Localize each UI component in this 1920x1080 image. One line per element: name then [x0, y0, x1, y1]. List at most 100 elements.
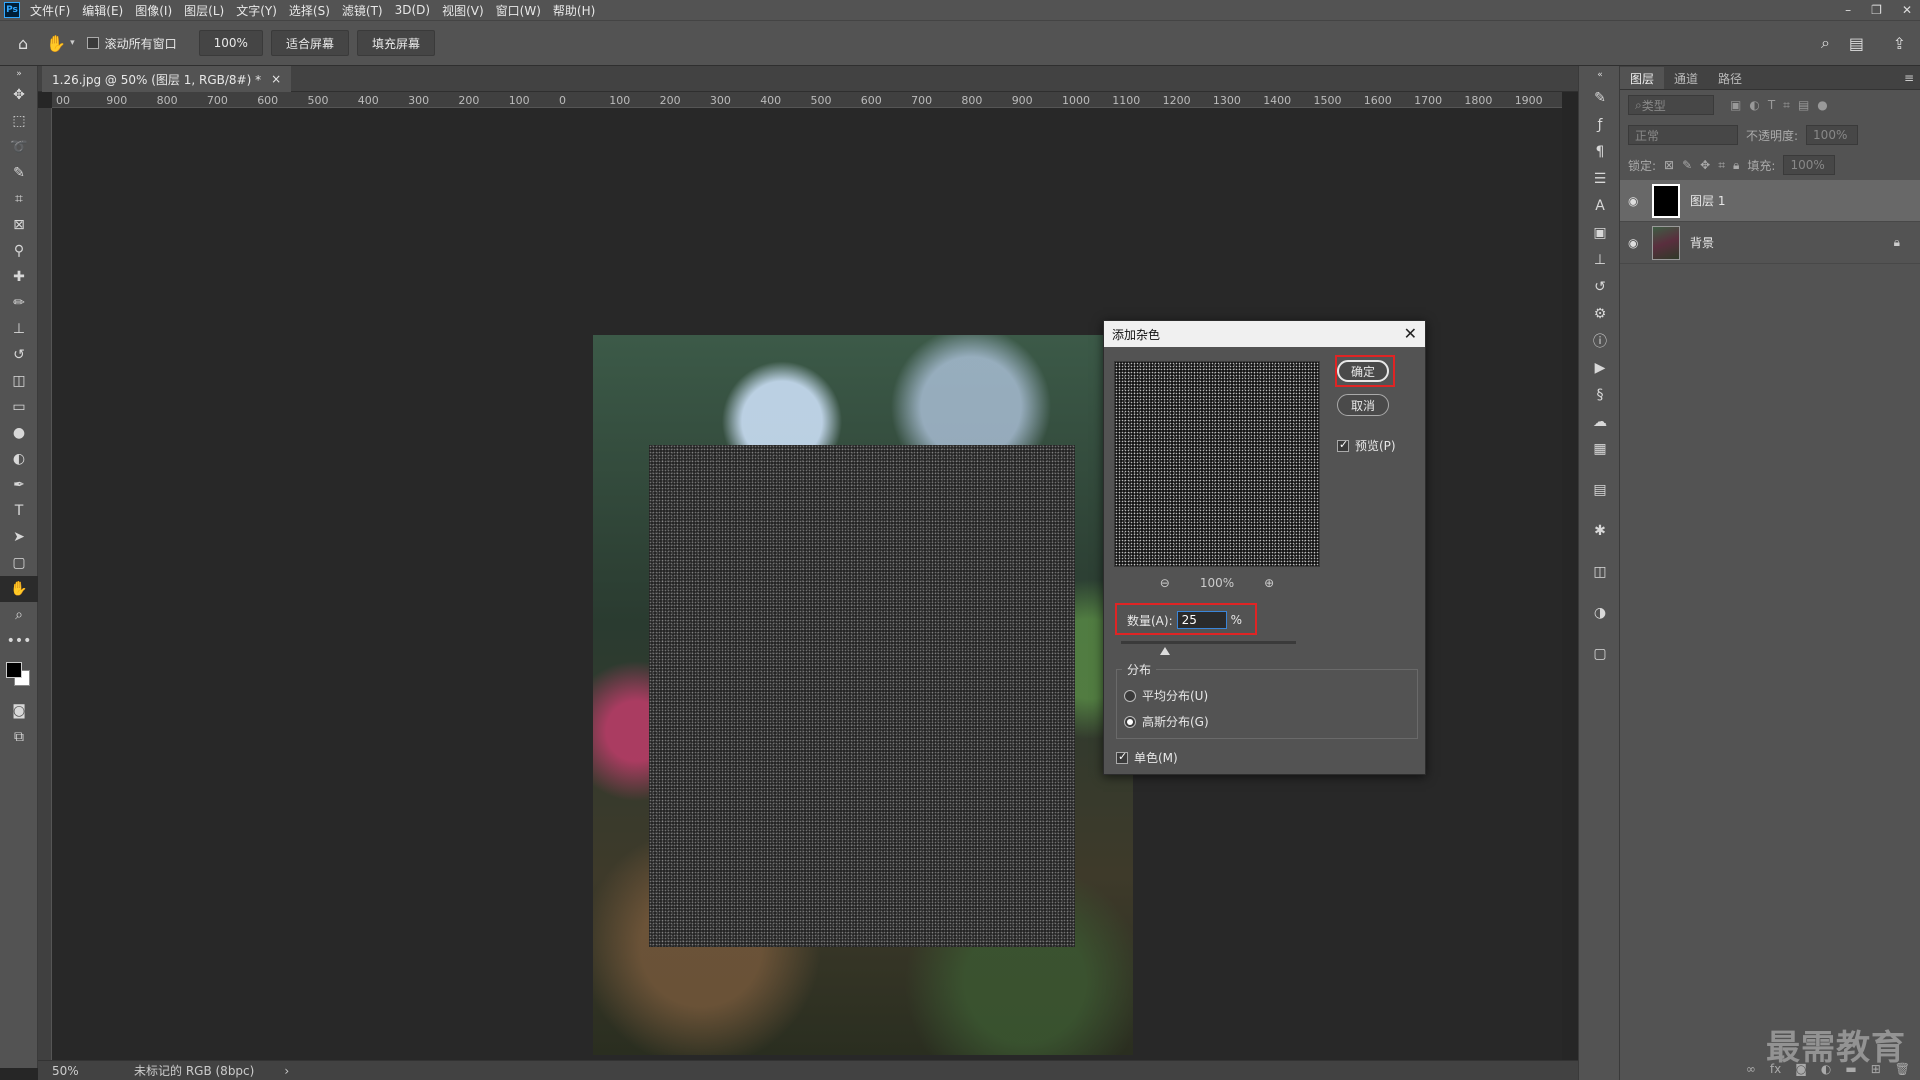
menu-select[interactable]: 选择(S) — [289, 2, 330, 19]
character-icon[interactable]: A — [1579, 192, 1621, 219]
status-arrow-icon[interactable]: › — [284, 1064, 289, 1078]
menu-help[interactable]: 帮助(H) — [553, 2, 595, 19]
more-tools-icon[interactable]: ••• — [0, 628, 38, 654]
screen-mode-icon[interactable]: ⧉ — [0, 724, 38, 750]
layer-row[interactable]: ◉ 图层 1 — [1620, 180, 1920, 222]
lock-position-icon[interactable]: ✥ — [1700, 158, 1710, 172]
lock-all-icon[interactable]: 🔒︎ — [1733, 158, 1739, 173]
properties-icon[interactable]: ⚙ — [1579, 300, 1621, 327]
blend-mode-select[interactable]: 正常 — [1628, 125, 1738, 145]
close-icon[interactable]: ✕ — [1902, 3, 1912, 17]
quick-mask-icon[interactable]: ◙ — [0, 698, 38, 724]
zoom-tool-icon[interactable]: ⌕ — [0, 602, 38, 628]
menu-layer[interactable]: 图层(L) — [184, 2, 224, 19]
fill-screen-button[interactable]: 填充屏幕 — [356, 30, 435, 56]
paths-icon[interactable]: § — [1579, 381, 1621, 408]
menu-view[interactable]: 视图(V) — [442, 2, 484, 19]
type-tool-icon[interactable]: T — [0, 498, 38, 524]
noise-preview[interactable] — [1114, 361, 1320, 567]
link-icon[interactable]: ∞ — [1746, 1062, 1756, 1076]
checkbox-box[interactable] — [86, 37, 99, 49]
eyedropper-tool-icon[interactable]: ⚲ — [0, 238, 38, 264]
color-swatches[interactable] — [0, 654, 37, 698]
menu-filter[interactable]: 滤镜(T) — [342, 2, 383, 19]
lock-artboard-icon[interactable]: ⌗ — [1718, 158, 1725, 173]
document-tab[interactable]: 1.26.jpg @ 50% (图层 1, RGB/8#) * × — [42, 66, 292, 92]
filter-smart-object-icon[interactable]: ▤ — [1798, 98, 1809, 112]
zoom-100-button[interactable]: 100% — [198, 30, 263, 56]
close-tab-icon[interactable]: × — [271, 72, 281, 86]
lock-image-icon[interactable]: ✎ — [1682, 158, 1692, 172]
share-icon[interactable]: ⇪ — [1893, 34, 1906, 53]
gradients-icon[interactable]: ◑ — [1579, 599, 1621, 626]
styles-icon[interactable]: ƒ — [1579, 111, 1621, 138]
tab-channels[interactable]: 通道 — [1664, 67, 1708, 89]
gaussian-radio[interactable]: 高斯分布(G) — [1124, 713, 1209, 730]
tab-layers[interactable]: 图层 — [1620, 67, 1665, 89]
lock-transparent-icon[interactable]: ⊠ — [1664, 158, 1674, 172]
uniform-radio[interactable]: 平均分布(U) — [1124, 687, 1208, 704]
filter-type-icon[interactable]: T — [1768, 98, 1775, 112]
tool-preset-chevron-icon[interactable]: ▾ — [70, 38, 75, 48]
checkbox-box[interactable] — [1116, 750, 1128, 764]
collapse-icon[interactable]: « — [1579, 66, 1621, 84]
zoom-out-icon[interactable]: ⊖ — [1160, 576, 1170, 590]
status-zoom[interactable]: 50% — [38, 1064, 94, 1078]
menu-3d[interactable]: 3D(D) — [395, 3, 430, 17]
timeline-icon[interactable]: ▦ — [1579, 435, 1621, 462]
search-icon[interactable]: ⌕ — [1821, 33, 1830, 53]
opacity-field[interactable]: 100% — [1806, 125, 1859, 145]
3d-icon[interactable]: ☁ — [1579, 408, 1621, 435]
home-icon[interactable]: ⌂ — [18, 34, 28, 53]
workspace-icon[interactable]: ▤ — [1849, 34, 1864, 53]
menu-edit[interactable]: 编辑(E) — [82, 2, 123, 19]
history-icon[interactable]: ↺ — [1579, 273, 1621, 300]
zoom-in-icon[interactable]: ⊕ — [1264, 576, 1274, 590]
filter-pixel-icon[interactable]: ▣ — [1730, 98, 1741, 112]
color-icon[interactable]: ✱ — [1579, 517, 1621, 544]
hand-tool-icon[interactable]: ✋ — [0, 576, 38, 602]
filter-toggle-icon[interactable]: ● — [1817, 98, 1827, 112]
paragraph-icon[interactable]: ¶ — [1579, 138, 1621, 165]
adjustments-icon[interactable]: ☰ — [1579, 165, 1621, 192]
amount-input[interactable]: 25 — [1176, 611, 1227, 629]
notes-icon[interactable]: ▤ — [1579, 476, 1621, 503]
actions-icon[interactable]: ▶ — [1579, 354, 1621, 381]
blur-tool-icon[interactable]: ● — [0, 420, 38, 446]
minimize-icon[interactable]: – — [1845, 3, 1851, 17]
visibility-eye-icon[interactable]: ◉ — [1628, 236, 1642, 250]
monochromatic-checkbox[interactable]: 单色(M) — [1116, 749, 1178, 766]
close-icon[interactable]: ✕ — [1404, 324, 1417, 343]
filter-shape-icon[interactable]: ⌗ — [1783, 98, 1790, 113]
healing-brush-tool-icon[interactable]: ✚ — [0, 264, 38, 290]
preview-checkbox[interactable]: 预览(P) — [1337, 437, 1396, 454]
radio-dot[interactable] — [1124, 689, 1136, 702]
radio-dot[interactable] — [1124, 715, 1136, 728]
tab-paths[interactable]: 路径 — [1708, 67, 1752, 89]
rectangle-tool-icon[interactable]: ▢ — [0, 550, 38, 576]
gradient-tool-icon[interactable]: ▭ — [0, 394, 38, 420]
menu-image[interactable]: 图像(I) — [135, 2, 172, 19]
clone-stamp-tool-icon[interactable]: ⊥ — [0, 316, 38, 342]
cancel-button[interactable]: 取消 — [1337, 394, 1389, 416]
layer-filter-select[interactable]: ⌕ 类型 — [1628, 95, 1714, 115]
visibility-eye-icon[interactable]: ◉ — [1628, 194, 1642, 208]
brush-settings-icon[interactable]: ✎ — [1579, 84, 1621, 111]
fill-field[interactable]: 100% — [1783, 155, 1836, 175]
libraries-icon[interactable]: ▣ — [1579, 219, 1621, 246]
amount-slider-track[interactable] — [1121, 641, 1296, 644]
amount-slider-thumb[interactable] — [1159, 647, 1170, 655]
dodge-tool-icon[interactable]: ◐ — [0, 446, 38, 472]
lasso-tool-icon[interactable]: ➰ — [0, 134, 38, 160]
checkbox-box[interactable] — [1337, 438, 1349, 452]
collapse-icon[interactable]: » — [0, 66, 38, 82]
quick-select-tool-icon[interactable]: ✎ — [0, 160, 38, 186]
brush-tool-icon[interactable]: ✏ — [0, 290, 38, 316]
eraser-tool-icon[interactable]: ◫ — [0, 368, 38, 394]
hand-tool-icon[interactable]: ✋ — [46, 34, 66, 53]
scroll-all-windows-checkbox[interactable]: 滚动所有窗口 — [86, 35, 177, 52]
pen-tool-icon[interactable]: ✒ — [0, 472, 38, 498]
swatches-icon[interactable]: ◫ — [1579, 558, 1621, 585]
crop-tool-icon[interactable]: ⌗ — [0, 186, 38, 212]
path-selection-tool-icon[interactable]: ➤ — [0, 524, 38, 550]
